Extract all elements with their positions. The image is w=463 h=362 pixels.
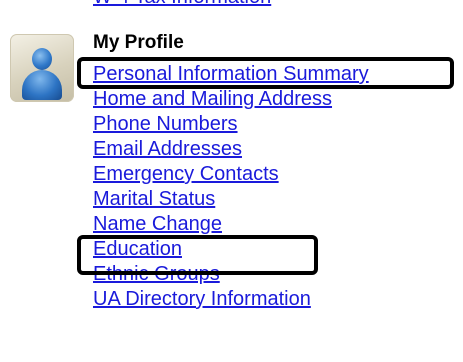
avatar-head [32, 48, 52, 70]
list-item: Home and Mailing Address [93, 88, 369, 113]
link-home-and-mailing-address[interactable]: Home and Mailing Address [93, 88, 332, 110]
list-item: Phone Numbers [93, 113, 369, 138]
user-profile-icon [10, 34, 74, 102]
profile-links-list: Personal Information Summary Home and Ma… [93, 63, 369, 313]
link-personal-information-summary[interactable]: Personal Information Summary [93, 63, 369, 85]
list-item: Email Addresses [93, 138, 369, 163]
section-title: My Profile [93, 32, 184, 53]
link-ua-directory-information[interactable]: UA Directory Information [93, 288, 311, 310]
list-item: Education [93, 238, 369, 263]
link-ethnic-groups[interactable]: Ethnic Groups [93, 263, 220, 285]
link-emergency-contacts[interactable]: Emergency Contacts [93, 163, 279, 185]
link-education[interactable]: Education [93, 238, 182, 260]
list-item: UA Directory Information [93, 288, 369, 313]
list-item: Ethnic Groups [93, 263, 369, 288]
list-item: Personal Information Summary [93, 63, 369, 88]
list-item: Emergency Contacts [93, 163, 369, 188]
link-email-addresses[interactable]: Email Addresses [93, 138, 242, 160]
list-item: Marital Status [93, 188, 369, 213]
link-name-change[interactable]: Name Change [93, 213, 222, 235]
list-item: Name Change [93, 213, 369, 238]
avatar-body [22, 70, 62, 100]
link-marital-status[interactable]: Marital Status [93, 188, 215, 210]
previous-link-partial[interactable]: W-4 Tax Information [93, 0, 271, 9]
link-phone-numbers[interactable]: Phone Numbers [93, 113, 238, 135]
